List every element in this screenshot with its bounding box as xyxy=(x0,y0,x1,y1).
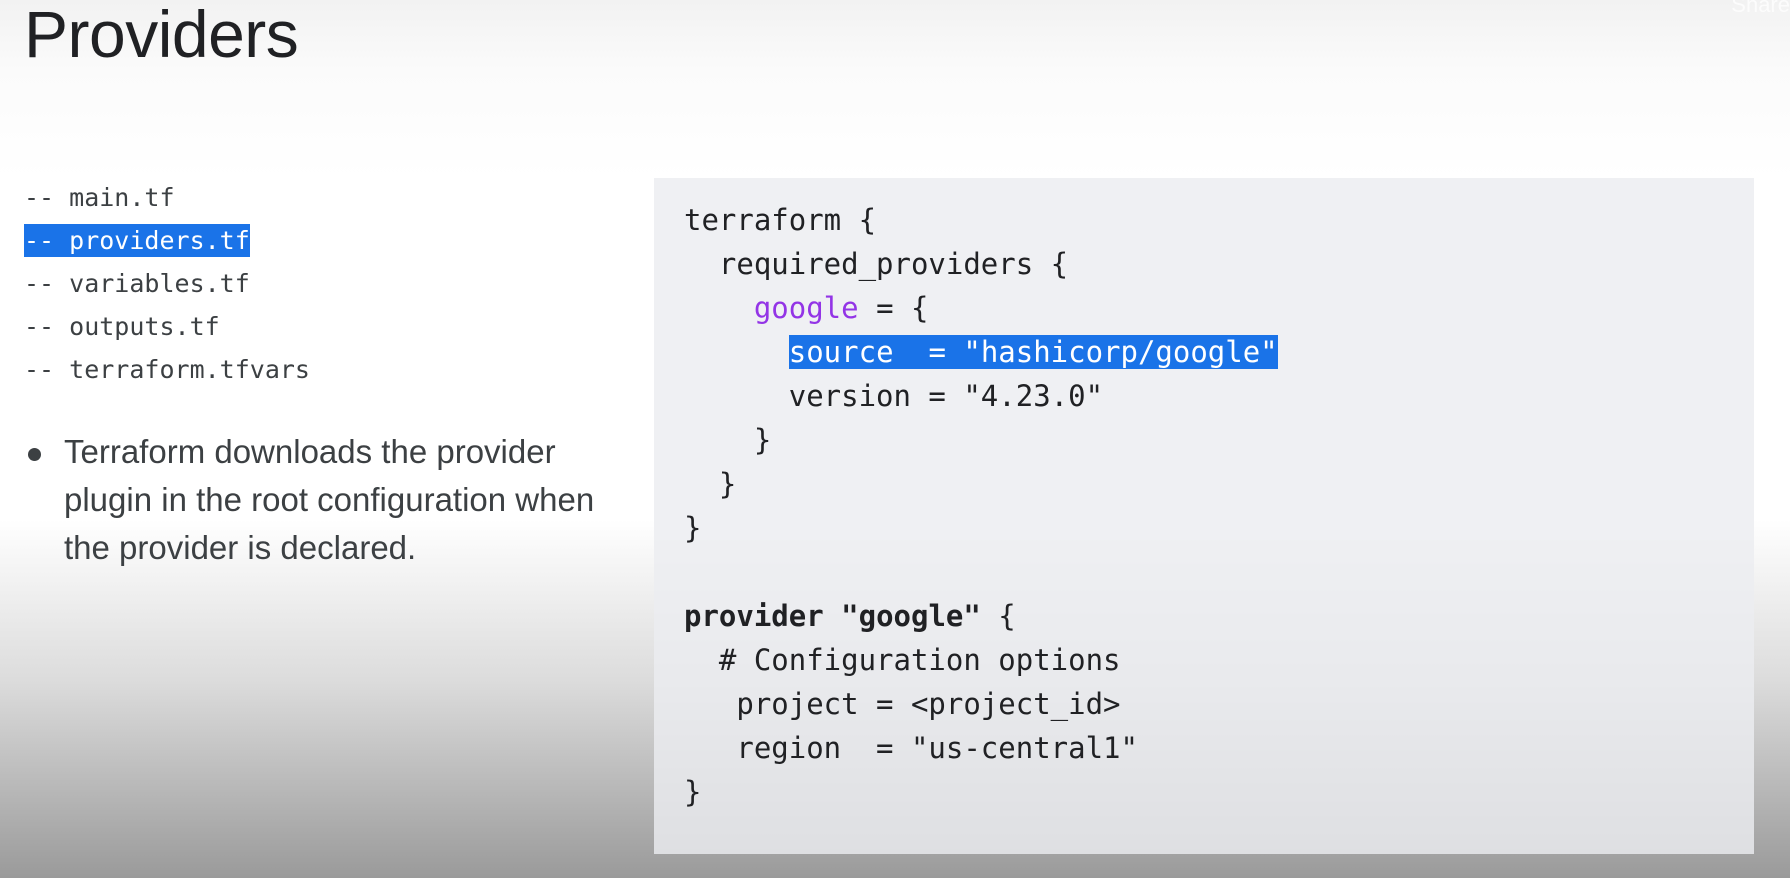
code-line: region = "us-central1" xyxy=(684,731,1138,765)
file-name: providers.tf xyxy=(69,224,250,257)
file-item-outputs[interactable]: -- outputs.tf xyxy=(24,305,310,348)
file-name: outputs.tf xyxy=(69,312,220,341)
file-prefix: -- xyxy=(24,224,70,257)
code-line: project = <project_id> xyxy=(684,687,1121,721)
code-text: { xyxy=(980,599,1016,633)
code-line: terraform { xyxy=(684,203,877,237)
file-item-variables[interactable]: -- variables.tf xyxy=(24,262,310,305)
code-line: } xyxy=(684,511,702,545)
file-prefix: -- xyxy=(24,312,70,341)
code-line: # Configuration options xyxy=(684,643,1121,677)
bullet-dot-icon xyxy=(28,448,41,461)
code-text: = { xyxy=(858,291,929,325)
file-item-providers[interactable]: -- providers.tf xyxy=(24,219,310,262)
slide-title: Providers xyxy=(24,0,299,71)
file-prefix: -- xyxy=(24,269,70,298)
code-line: } xyxy=(684,775,702,809)
share-hint[interactable]: Share xyxy=(1731,0,1790,18)
bullet-text: Terraform downloads the provider plugin … xyxy=(64,433,595,566)
file-tree: -- main.tf -- providers.tf -- variables.… xyxy=(24,176,310,391)
bullet-item: Terraform downloads the provider plugin … xyxy=(24,428,624,572)
file-name: variables.tf xyxy=(69,269,250,298)
code-line: version = "4.23.0" xyxy=(684,379,1104,413)
code-line: source = "hashicorp/google" xyxy=(684,332,1278,372)
code-line: google = { xyxy=(684,288,929,328)
file-name: terraform.tfvars xyxy=(69,355,310,384)
file-prefix: -- xyxy=(24,355,70,384)
code-highlighted-source[interactable]: source = "hashicorp/google" xyxy=(788,335,1278,369)
file-prefix: -- xyxy=(24,183,70,212)
bullet-list: Terraform downloads the provider plugin … xyxy=(24,428,624,572)
file-item-tfvars[interactable]: -- terraform.tfvars xyxy=(24,348,310,391)
code-line: } xyxy=(684,467,737,501)
file-item-main[interactable]: -- main.tf xyxy=(24,176,310,219)
code-string: "google" xyxy=(823,599,981,633)
code-keyword-provider: provider xyxy=(684,599,824,633)
code-line: } xyxy=(684,423,772,457)
file-name: main.tf xyxy=(69,183,175,212)
code-line: provider "google" { xyxy=(684,596,1016,636)
code-keyword-google: google xyxy=(753,291,859,325)
code-line: required_providers { xyxy=(684,247,1069,281)
code-panel: terraform { required_providers { google … xyxy=(654,178,1754,854)
